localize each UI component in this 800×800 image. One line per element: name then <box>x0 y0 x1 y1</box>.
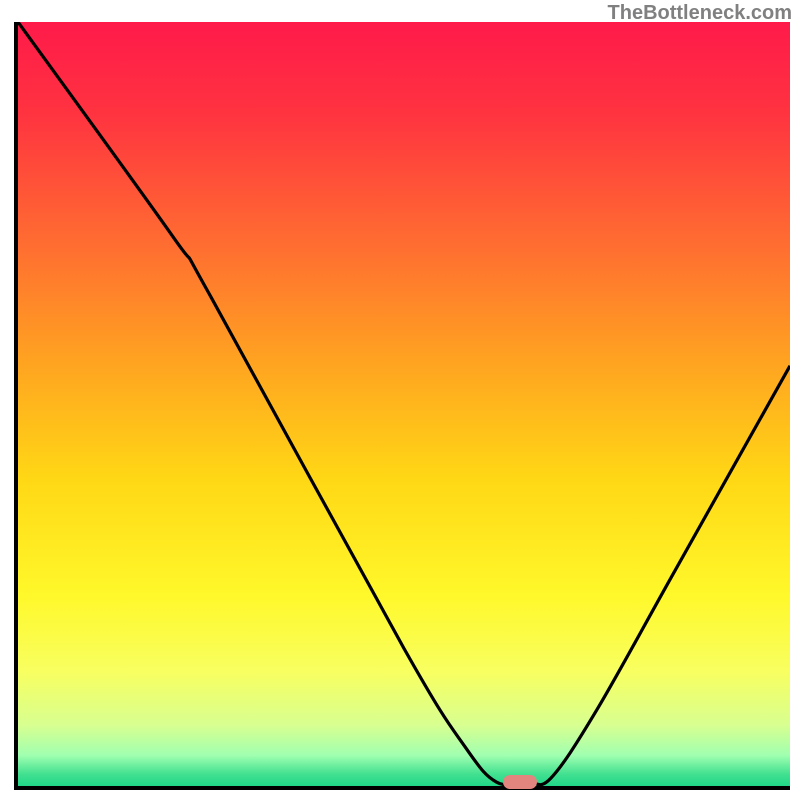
plot-area <box>14 22 790 790</box>
optimal-marker <box>503 775 537 789</box>
curve-line <box>18 22 790 786</box>
chart-container: TheBottleneck.com <box>0 0 800 800</box>
watermark-text: TheBottleneck.com <box>608 2 792 25</box>
